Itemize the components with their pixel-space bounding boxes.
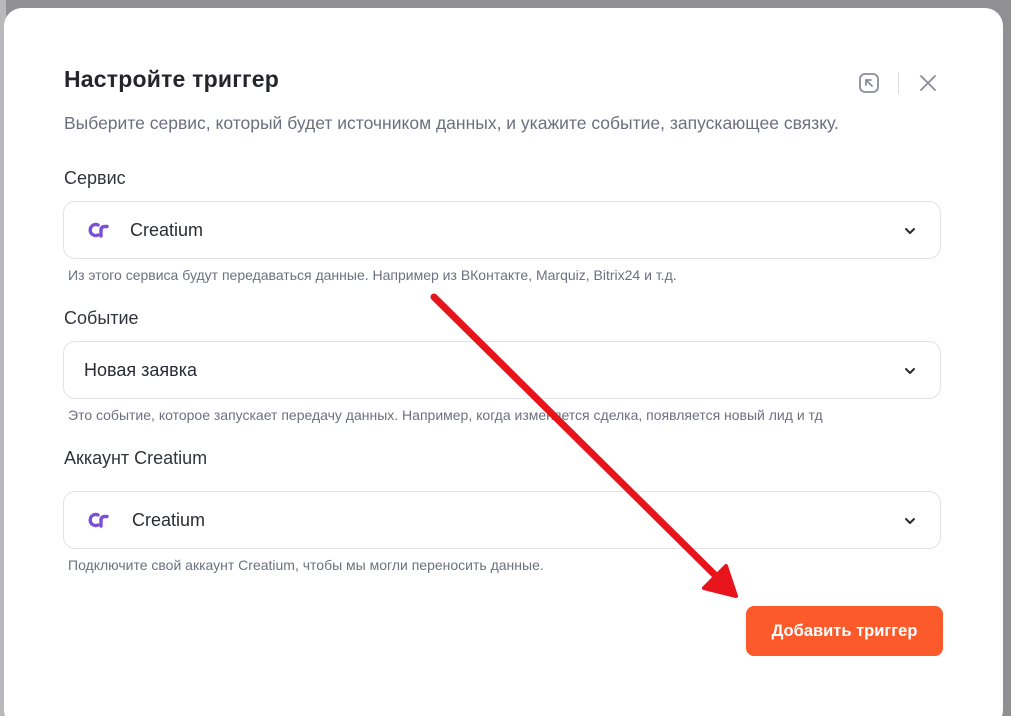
expand-arrow-icon[interactable] — [856, 70, 882, 96]
modal-title: Настройте триггер — [64, 66, 279, 92]
service-label: Сервис — [64, 168, 126, 188]
chevron-down-icon — [902, 363, 918, 379]
account-value: Creatium — [132, 509, 206, 530]
chevron-down-icon — [902, 223, 918, 239]
account-label: Аккаунт Creatium — [64, 448, 208, 468]
service-select[interactable]: Creatium — [63, 201, 941, 259]
creatium-logo-icon — [88, 511, 110, 529]
event-hint: Это событие, которое запускает передачу … — [68, 407, 823, 423]
event-select[interactable]: Новая заявка — [63, 341, 941, 399]
close-icon[interactable] — [915, 70, 941, 96]
creatium-logo-icon — [88, 221, 110, 239]
modal-header-actions — [856, 70, 941, 96]
header-divider — [898, 72, 899, 94]
service-hint: Из этого сервиса будут передаваться данн… — [68, 267, 677, 283]
account-select[interactable]: Creatium — [63, 491, 941, 549]
event-label: Событие — [64, 308, 139, 328]
add-trigger-button[interactable]: Добавить триггер — [746, 606, 943, 656]
service-value: Creatium — [130, 219, 204, 240]
chevron-down-icon — [902, 513, 918, 529]
trigger-setup-modal: Настройте триггер Выберите сервис, котор… — [4, 8, 1003, 716]
event-value: Новая заявка — [84, 359, 197, 380]
account-hint: Подключите свой аккаунт Creatium, чтобы … — [68, 557, 544, 573]
modal-subtitle: Выберите сервис, который будет источнико… — [64, 113, 839, 133]
